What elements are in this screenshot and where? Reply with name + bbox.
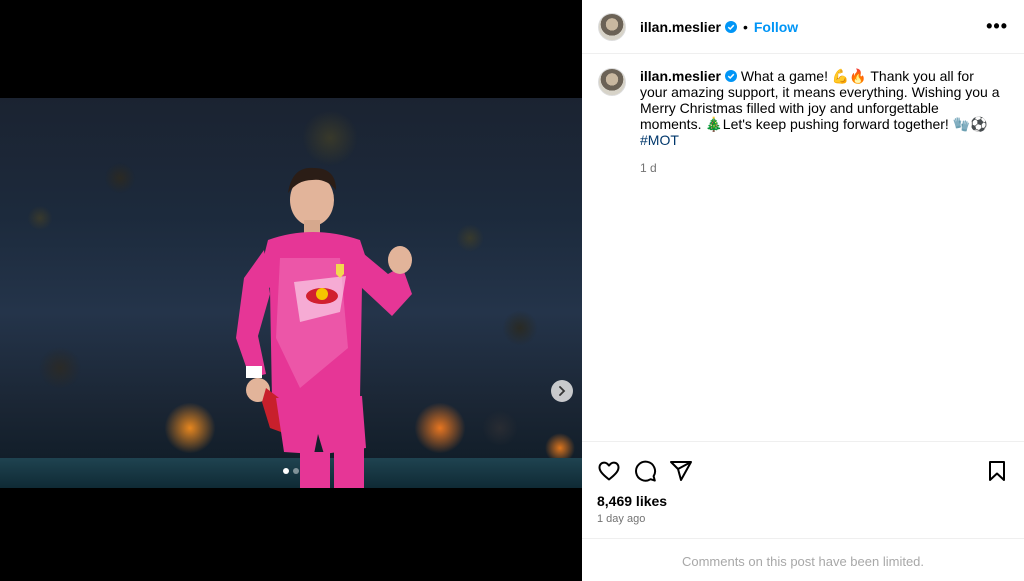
follow-button[interactable]: Follow xyxy=(754,19,798,35)
share-icon[interactable] xyxy=(669,459,693,483)
header-username[interactable]: illan.meslier xyxy=(640,19,721,35)
carousel-dot-active xyxy=(283,468,289,474)
bookmark-icon[interactable] xyxy=(985,459,1009,483)
likes-count[interactable]: 8,469 likes xyxy=(582,488,1024,509)
carousel-indicator xyxy=(283,468,299,474)
more-options-icon[interactable]: ••• xyxy=(986,16,1008,37)
action-bar xyxy=(582,442,1024,488)
caption-username[interactable]: illan.meslier xyxy=(640,68,721,84)
chevron-right-icon xyxy=(559,386,566,396)
verified-badge-icon xyxy=(724,20,737,33)
comment-icon[interactable] xyxy=(633,459,657,483)
carousel-dot xyxy=(293,468,299,474)
heart-icon[interactable] xyxy=(597,459,621,483)
media-viewer xyxy=(0,0,582,581)
caption-body: illan.meslier What a game! 💪🔥 Thank you … xyxy=(640,68,1000,176)
goalkeeper-figure xyxy=(236,167,412,488)
post-actions-section: 8,469 likes 1 day ago xyxy=(582,441,1024,525)
avatar[interactable] xyxy=(598,12,626,41)
verified-badge-icon xyxy=(724,70,737,82)
caption: illan.meslier What a game! 💪🔥 Thank you … xyxy=(582,54,1024,176)
caption-avatar[interactable] xyxy=(598,68,626,96)
separator-dot: • xyxy=(742,18,748,35)
hashtag-link[interactable]: #MOT xyxy=(640,132,679,148)
post-photo[interactable] xyxy=(0,98,582,488)
caption-timestamp[interactable]: 1 d xyxy=(640,160,1000,176)
comments-limited-notice: Comments on this post have been limited. xyxy=(582,538,1024,581)
next-slide-button[interactable] xyxy=(551,380,573,402)
post-timestamp[interactable]: 1 day ago xyxy=(582,509,1024,525)
post-header: illan.meslier • Follow ••• xyxy=(582,0,1024,54)
post-side-panel: illan.meslier • Follow ••• illan.meslier… xyxy=(582,0,1024,581)
